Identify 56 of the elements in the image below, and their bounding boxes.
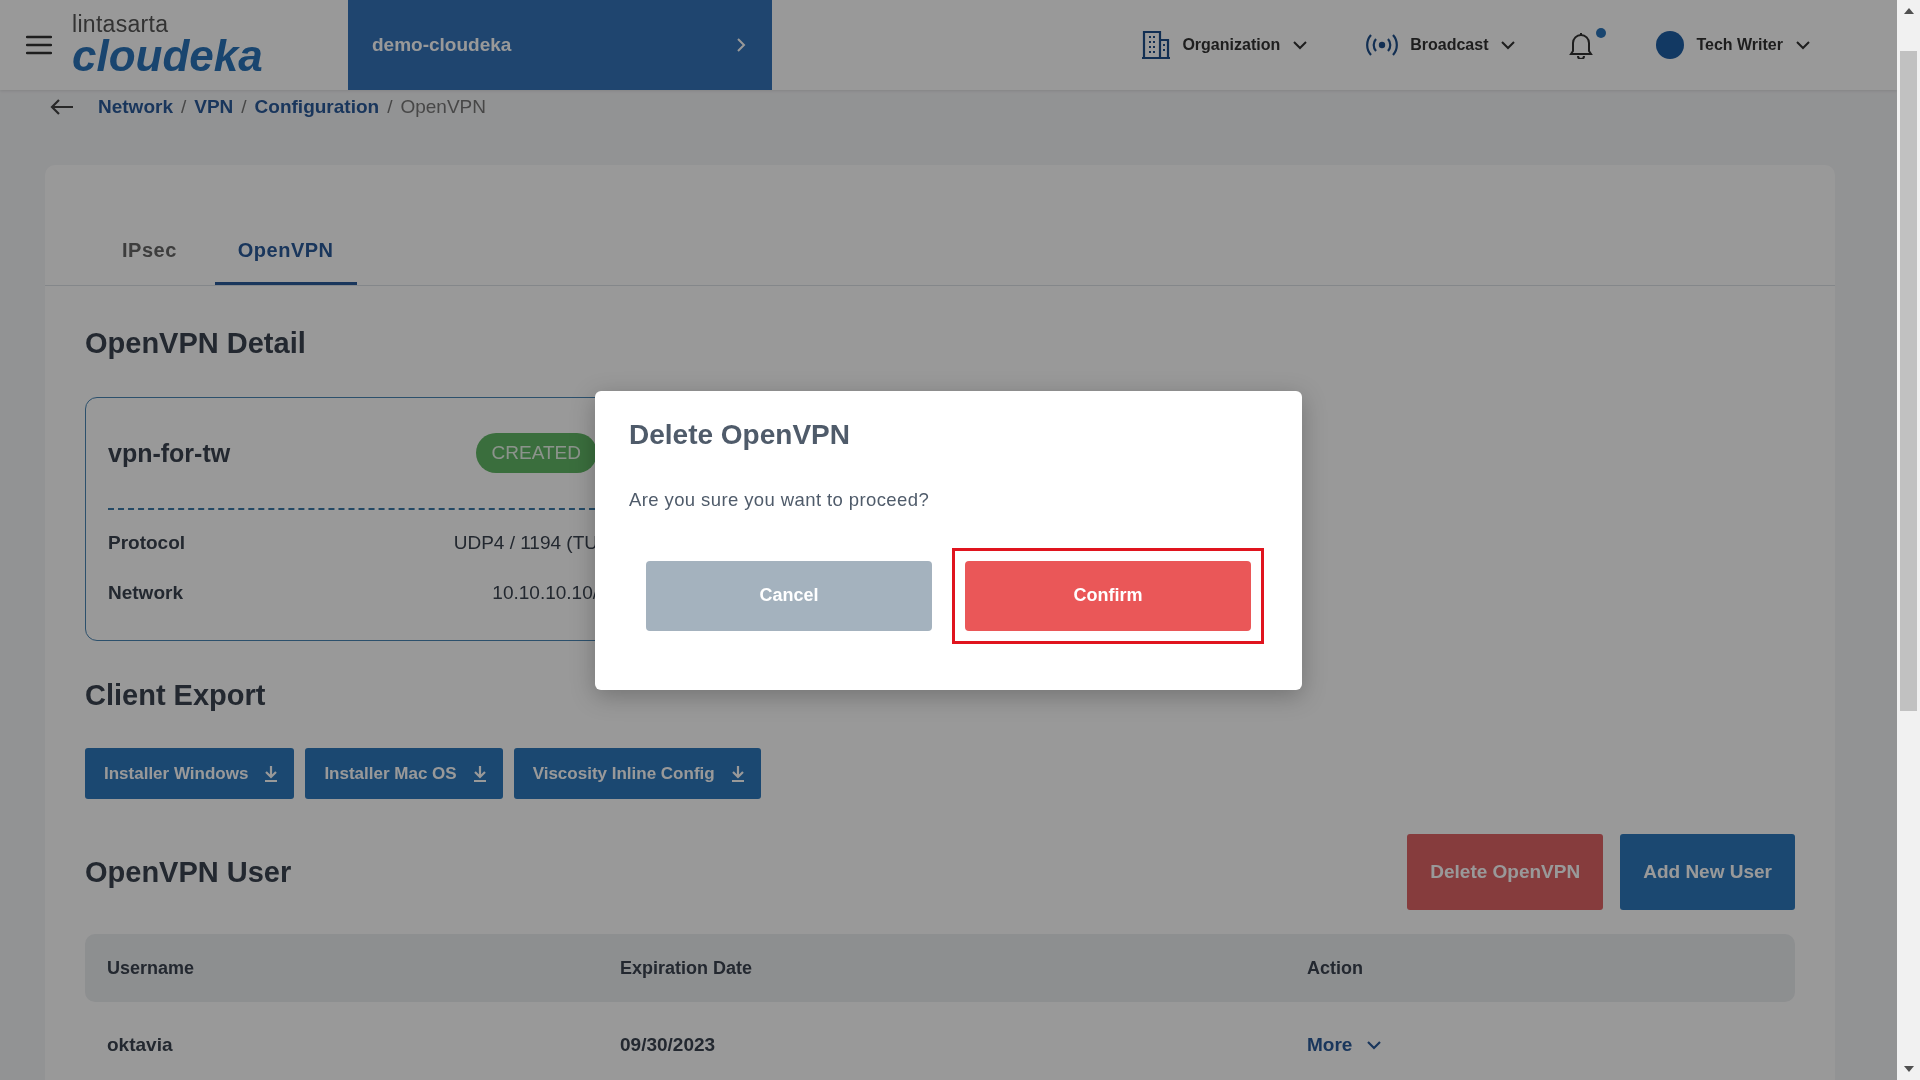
field-label: Protocol — [108, 532, 186, 554]
organization-menu[interactable]: Organization — [1136, 29, 1315, 61]
column-header: Username — [107, 957, 196, 979]
section-title: Client Export — [85, 679, 267, 712]
section-title: OpenVPN Detail — [85, 327, 307, 360]
action-button[interactable]: Add New User — [1620, 834, 1795, 910]
scroll-down-icon[interactable] — [1903, 1066, 1914, 1072]
breadcrumb-item: OpenVPN — [400, 96, 486, 118]
scroll-up-icon[interactable] — [1903, 8, 1914, 14]
status-badge: CREATED — [475, 433, 597, 473]
bell-icon — [1568, 31, 1595, 59]
scrollbar-thumb[interactable] — [1900, 51, 1917, 711]
vpn-name: vpn-for-tw — [108, 438, 231, 468]
building-icon — [1142, 30, 1171, 60]
column-header: Action — [1307, 957, 1364, 979]
download-button[interactable]: Installer Windows — [85, 748, 295, 799]
back-arrow-icon[interactable] — [50, 98, 74, 116]
download-icon — [264, 765, 279, 782]
field-label: Network — [108, 582, 183, 604]
project-selector[interactable]: demo-cloudeka — [348, 0, 772, 90]
user-menu[interactable]: Tech Writer — [1650, 30, 1817, 60]
table-cell-text: 09/30/2023 — [620, 1034, 717, 1056]
dialog-title: Delete OpenVPN — [629, 418, 851, 451]
scrollbar[interactable] — [1897, 0, 1920, 1080]
section-title: OpenVPN User — [85, 855, 292, 889]
breadcrumb-item[interactable]: Configuration — [254, 96, 380, 118]
broadcast-menu[interactable]: Broadcast — [1360, 33, 1523, 57]
action-button[interactable]: Delete OpenVPN — [1407, 834, 1604, 910]
column-header: Expiration Date — [620, 957, 754, 979]
chevron-down-icon — [1795, 40, 1811, 50]
breadcrumb-separator: / — [387, 96, 393, 118]
menu-icon[interactable] — [26, 35, 52, 55]
breadcrumb-separator: / — [180, 96, 187, 118]
chevron-down-icon — [1292, 40, 1309, 50]
download-button[interactable]: Installer Mac OS — [305, 748, 503, 799]
tab[interactable]: OpenVPN — [214, 239, 357, 285]
field-value: 10.10.10.10/ — [492, 582, 598, 604]
logo-brand-text: lintasarta — [72, 12, 170, 36]
download-button[interactable]: Viscosity Inline Config — [513, 748, 761, 799]
broadcast-icon — [1366, 34, 1399, 56]
dialog-button[interactable]: Cancel — [646, 560, 932, 631]
more-dropdown[interactable]: More — [1307, 1034, 1383, 1056]
avatar-icon — [1656, 31, 1685, 59]
dialog-message: Are you sure you want to proceed? — [629, 488, 931, 511]
breadcrumb-separator: / — [241, 96, 247, 118]
breadcrumb-item[interactable]: Network — [98, 96, 173, 118]
chevron-down-icon — [1366, 1040, 1383, 1050]
dialog-button[interactable]: Confirm — [965, 560, 1251, 631]
download-icon — [472, 765, 487, 782]
download-icon — [730, 765, 745, 782]
chevron-right-icon — [736, 37, 746, 53]
logo-product-text: cloudeka — [72, 33, 264, 78]
chevron-down-icon — [1500, 40, 1517, 50]
table-cell-text: oktavia — [107, 1034, 174, 1056]
tab[interactable]: IPsec — [99, 239, 200, 285]
breadcrumb-item[interactable]: VPN — [194, 96, 234, 118]
